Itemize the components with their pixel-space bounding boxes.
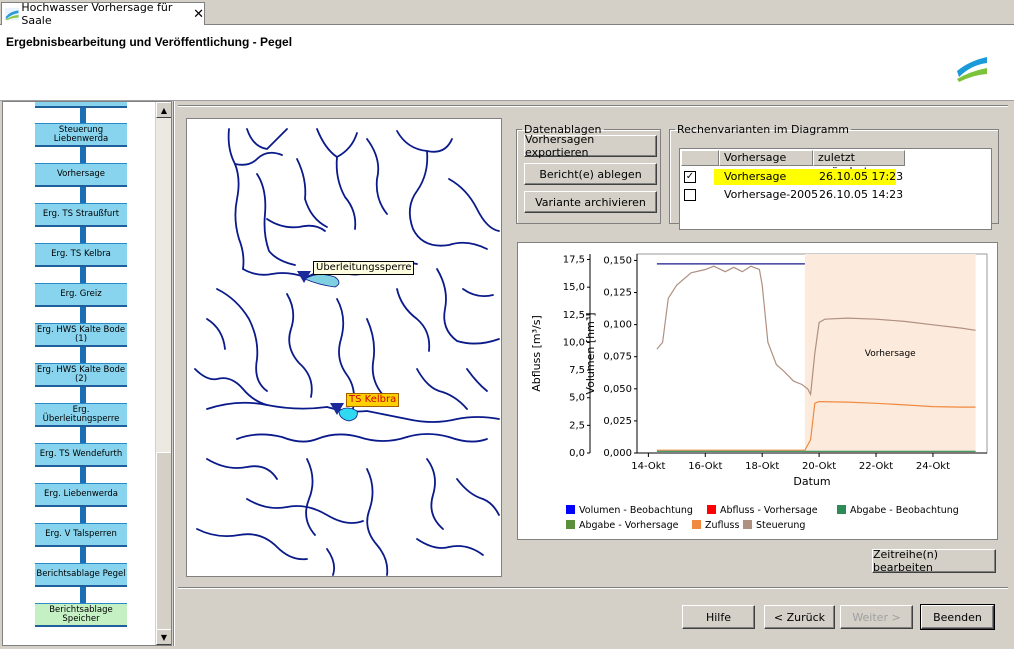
x-tick-label: 18-Okt: [745, 461, 779, 472]
y-right-tick-label: 0,075: [603, 352, 632, 363]
legend-swatch: [837, 505, 846, 514]
sidebar-workflow: Steuerung Liebenwerda Vorhersage Erg. TS S…: [2, 101, 172, 646]
x-tick-label: 20-Okt: [802, 461, 836, 472]
y-right-tick-label: 0,000: [603, 448, 632, 459]
row-checkbox[interactable]: ✓: [684, 171, 696, 183]
workflow-step[interactable]: Erg. TS Wendefurth: [35, 443, 127, 467]
col-header-name[interactable]: Vorhersage: [719, 150, 813, 166]
legend-swatch: [566, 520, 575, 529]
y-right-axis-label: Volumen [hm³]: [584, 312, 597, 394]
tab-strip: Hochwasser Vorhersage für Saale ✕: [0, 0, 1014, 27]
river-map: [194, 128, 500, 576]
tab-title: Hochwasser Vorhersage für Saale: [21, 1, 173, 27]
workflow-step[interactable]: Steuerung Liebenwerda: [35, 123, 127, 147]
station-label-1[interactable]: Überleitungssperre: [313, 261, 415, 275]
export-button[interactable]: Vorhersagen exportieren: [524, 133, 657, 159]
scroll-thumb[interactable]: [156, 452, 171, 630]
legend-swatch: [743, 520, 752, 529]
workflow-step[interactable]: [35, 102, 127, 108]
legend-item: Steuerung: [756, 520, 805, 531]
y-right-tick-label: 0,125: [603, 288, 632, 299]
x-axis-label: Datum: [793, 475, 830, 488]
archive-variant-button[interactable]: Variante archivieren: [524, 191, 657, 213]
legend-swatch: [566, 505, 575, 514]
forecast-label: Vorhersage: [865, 349, 916, 359]
workflow-step[interactable]: Erg. HWS Kalte Bode (2): [35, 363, 127, 387]
workflow-step[interactable]: Erg. Greiz: [35, 283, 127, 307]
x-tick-label: 24-Okt: [916, 461, 950, 472]
y-left-tick-label: 2,5: [569, 420, 585, 431]
workflow-step[interactable]: Erg. TS Kelbra: [35, 243, 127, 267]
map-view[interactable]: Überleitungssperre TS Kelbra: [186, 118, 502, 577]
legend-swatch: [692, 520, 701, 529]
rechenvarianten-group: Rechenvarianten im Diagramm Vorhersage z…: [669, 123, 999, 230]
bottom-separator: [178, 587, 1008, 589]
variant-date: 26.10.05 17:23: [819, 170, 904, 183]
sidebar-scrollbar[interactable]: ▲ ▼: [155, 102, 171, 645]
legend-item: Zufluss: [705, 520, 739, 531]
finish-button[interactable]: Beenden: [920, 604, 995, 630]
check-icon: ✓: [685, 171, 695, 182]
y-left-tick-label: 12,5: [563, 310, 585, 321]
workflow-step[interactable]: Erg. HWS Kalte Bode (1): [35, 323, 127, 347]
col-header-date[interactable]: zuletzt geändert: [813, 150, 905, 178]
table-row[interactable]: Vorhersage-2005 26.10.05 14:23: [680, 187, 993, 203]
y-right-tick-label: 0,150: [603, 255, 632, 266]
legend-swatch: [707, 505, 716, 514]
variants-table: Vorhersage zuletzt geändert ✓ Vorhersage…: [679, 148, 992, 230]
back-button[interactable]: < Zurück: [764, 605, 835, 629]
sidebar-splitter[interactable]: [173, 101, 175, 646]
next-button: Weiter >: [840, 605, 913, 629]
edit-timeseries-button[interactable]: Zeitreihe(n) bearbeiten: [872, 548, 996, 574]
chart-svg: Vorhersage 17,5 15,0 12,5 10,0 7,5 5,0 2,5 0,0 0,…: [530, 253, 988, 531]
y-left-tick-label: 17,5: [563, 255, 585, 266]
top-separator: [178, 105, 1008, 107]
workflow-step[interactable]: Vorhersage: [35, 163, 127, 187]
legend-item: Volumen - Beobachtung: [579, 505, 693, 516]
col-header-check: [681, 150, 719, 166]
x-tick-label: 16-Okt: [688, 461, 722, 472]
y-right-tick-label: 0,100: [603, 320, 632, 331]
y-left-tick-label: 7,5: [569, 365, 585, 376]
station-label-2[interactable]: TS Kelbra: [346, 393, 400, 407]
app-icon: [5, 7, 20, 21]
y-left-tick-label: 15,0: [563, 282, 585, 293]
legend-item: Abfluss - Vorhersage: [720, 505, 818, 516]
scroll-up-icon[interactable]: ▲: [156, 102, 171, 118]
x-tick-label: 14-Okt: [631, 461, 665, 472]
tab-main[interactable]: Hochwasser Vorhersage für Saale ✕: [1, 1, 205, 27]
y-left-tick-label: 0,0: [569, 448, 585, 459]
logo-icon: [957, 57, 987, 82]
legend-item: Abgabe - Vorhersage: [579, 520, 679, 531]
y-right-tick-label: 0,025: [603, 416, 632, 427]
page-title: Ergebnisbearbeitung und Veröffentlichung…: [6, 35, 293, 49]
close-icon[interactable]: ✕: [193, 7, 204, 22]
variant-date: 26.10.05 14:23: [819, 188, 904, 201]
rechenvarianten-legend: Rechenvarianten im Diagramm: [677, 123, 849, 136]
workflow-step[interactable]: Erg. Liebenwerda: [35, 483, 127, 507]
workflow-step[interactable]: Berichtsablage Speicher: [35, 603, 127, 627]
page-header: Ergebnisbearbeitung und Veröffentlichung…: [0, 25, 1014, 101]
x-tick-label: 22-Okt: [859, 461, 893, 472]
legend-item: Abgabe - Beobachtung: [850, 505, 959, 516]
y-right-tick-label: 0,050: [603, 384, 632, 395]
workflow-step[interactable]: Erg. V Talsperren: [35, 523, 127, 547]
y-left-axis-label: Abfluss [m³/s]: [530, 315, 543, 392]
report-store-button[interactable]: Bericht(e) ablegen: [524, 163, 657, 185]
row-checkbox[interactable]: [684, 189, 696, 201]
variant-name: Vorhersage-2005: [724, 188, 819, 201]
workflow-step[interactable]: Erg. TS Straußfurt: [35, 203, 127, 227]
y-left-tick-label: 10,0: [563, 337, 585, 348]
hydrograph-chart[interactable]: Vorhersage 17,5 15,0 12,5 10,0 7,5 5,0 2,5 0,0 0,…: [517, 242, 998, 540]
table-row[interactable]: ✓ Vorhersage 26.10.05 17:23: [680, 169, 993, 185]
y-left-tick-label: 5,0: [569, 393, 585, 404]
variant-name: Vorhersage: [724, 170, 787, 183]
workflow-step[interactable]: Erg. Überleitungsperre: [35, 403, 127, 427]
scroll-down-icon[interactable]: ▼: [156, 629, 171, 645]
help-button[interactable]: Hilfe: [682, 605, 755, 629]
workflow-step[interactable]: Berichtsablage Pegel: [35, 563, 127, 587]
